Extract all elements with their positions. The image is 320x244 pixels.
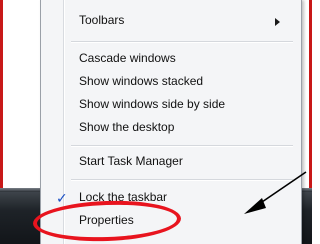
annotation-arrow (244, 171, 307, 214)
annotation-arrow-head (244, 198, 266, 214)
annotation-arrow-line (261, 171, 307, 203)
